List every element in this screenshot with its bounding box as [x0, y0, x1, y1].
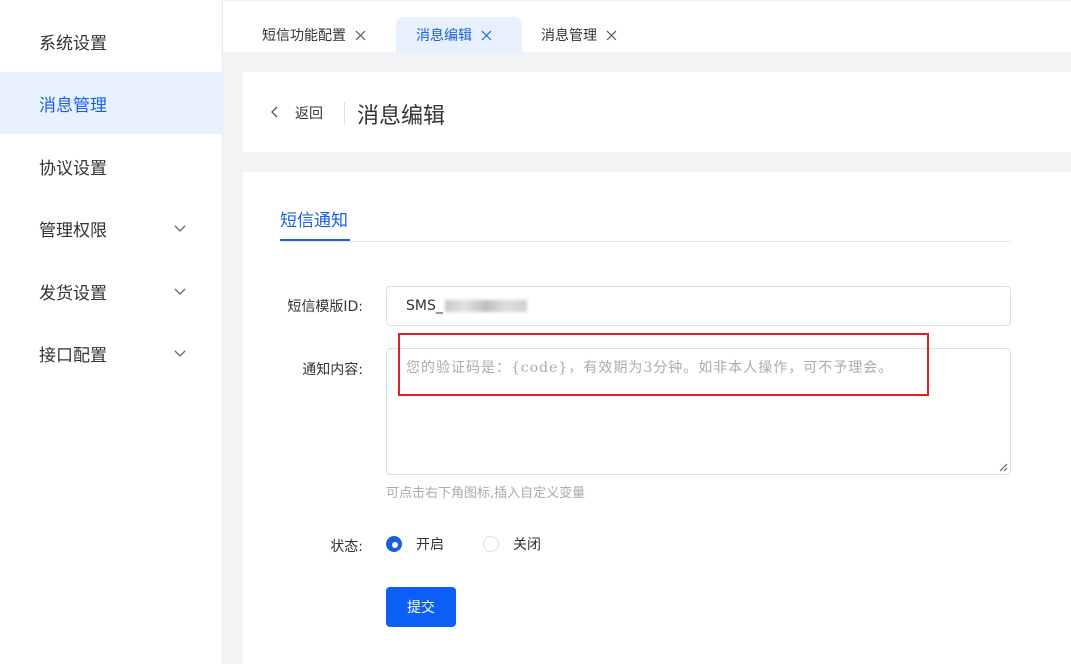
sidebar-item-shipping-settings[interactable]: 发货设置 [0, 260, 222, 322]
close-icon[interactable] [355, 30, 366, 41]
insert-variable-hint: 可点击右下角图标,插入自定义变量 [386, 486, 586, 501]
radio-unchecked-icon[interactable] [483, 536, 499, 552]
highlight-box [398, 333, 929, 396]
submit-button[interactable]: 提交 [386, 587, 456, 627]
radio-label: 开启 [416, 537, 444, 553]
sidebar-item-agreement-settings[interactable]: 协议设置 [0, 135, 222, 197]
page-title: 消息编辑 [357, 104, 446, 129]
status-radio-off[interactable]: 关闭 [483, 534, 541, 554]
section-divider [280, 241, 1011, 242]
redacted-id [444, 300, 527, 312]
radio-checked-icon[interactable] [386, 536, 402, 552]
sidebar-item-label: 接口配置 [39, 345, 107, 366]
status-label: 状态: [330, 539, 363, 555]
radio-label: 关闭 [513, 537, 541, 553]
close-icon[interactable] [606, 30, 617, 41]
sidebar-item-api-config[interactable]: 接口配置 [0, 322, 222, 384]
sidebar-item-label: 协议设置 [39, 158, 107, 179]
sidebar-item-label: 发货设置 [39, 283, 107, 304]
template-id-value: SMS_ [406, 298, 443, 314]
sidebar-item-label: 系统设置 [39, 33, 107, 54]
chevron-down-icon [174, 350, 186, 357]
tab-sms-notification[interactable]: 短信通知 [280, 206, 348, 231]
sidebar-item-system-settings[interactable]: 系统设置 [0, 10, 222, 72]
main-form-card: 短信通知 短信模版ID: SMS_ 通知内容: 您的验证码是：{code}，有效… [243, 172, 1071, 664]
resize-grip-icon[interactable] [998, 462, 1008, 472]
chevron-down-icon [174, 225, 186, 232]
tab-sms-config[interactable]: 短信功能配置 [246, 17, 396, 53]
sidebar: 系统设置 消息管理 协议设置 管理权限 发货设置 接口配置 [0, 0, 223, 664]
tabs-bar: 短信功能配置 消息编辑 消息管理 [223, 0, 1071, 53]
content-label: 通知内容: [302, 362, 363, 378]
back-button[interactable]: 返回 [295, 103, 323, 123]
header-divider [344, 102, 345, 124]
chevron-down-icon [174, 288, 186, 295]
tab-label: 短信功能配置 [262, 28, 346, 44]
template-id-label: 短信模版ID: [287, 299, 363, 315]
tab-message-edit[interactable]: 消息编辑 [396, 17, 522, 53]
chevron-left-icon[interactable] [270, 106, 280, 118]
sidebar-item-message-management[interactable]: 消息管理 [0, 72, 222, 134]
tab-message-management[interactable]: 消息管理 [525, 17, 645, 53]
sidebar-item-permissions[interactable]: 管理权限 [0, 197, 222, 259]
sidebar-item-label: 消息管理 [39, 95, 107, 116]
tab-label: 消息编辑 [416, 28, 472, 44]
template-id-input[interactable]: SMS_ [386, 286, 1011, 326]
sidebar-item-label: 管理权限 [39, 220, 107, 241]
tab-label: 消息管理 [541, 28, 597, 44]
close-icon[interactable] [481, 30, 492, 41]
active-tab-indicator [280, 239, 350, 241]
page-header: 返回 消息编辑 [243, 72, 1071, 152]
status-radio-on[interactable]: 开启 [386, 534, 444, 554]
